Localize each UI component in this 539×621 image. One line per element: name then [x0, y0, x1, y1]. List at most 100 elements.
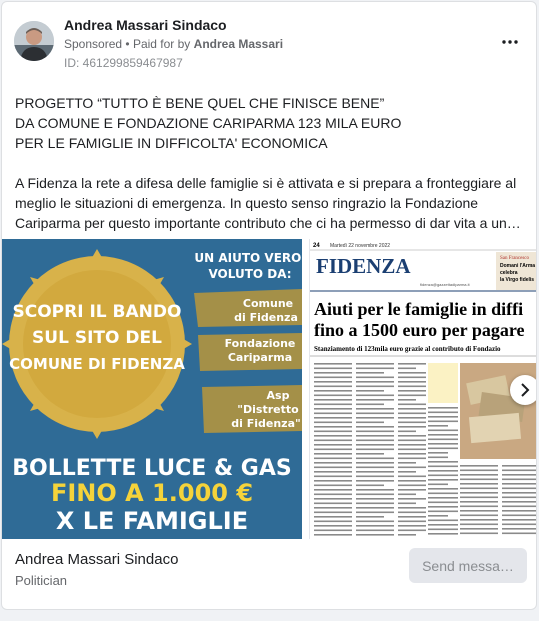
text-line [314, 381, 352, 383]
text-line [314, 372, 352, 374]
text-line [314, 507, 352, 509]
bottom-line-2: FINO A 1.000 € [51, 479, 253, 507]
text-line [398, 448, 426, 451]
text-line [502, 514, 536, 517]
text-line [356, 516, 384, 518]
partner-2-line-1: Fondazione [225, 337, 296, 350]
text-line [428, 506, 458, 508]
text-line [502, 496, 536, 499]
sponsored-line: Sponsored • Paid for by Andrea Massari [64, 37, 283, 51]
text-line [398, 381, 426, 383]
avatar[interactable] [14, 21, 54, 61]
text-line [502, 469, 536, 472]
text-line [460, 492, 498, 494]
text-line [428, 474, 458, 477]
title-line-2: DA COMUNE E FONDAZIONE CARIPARMA 123 MIL… [15, 115, 402, 131]
text-line [398, 457, 426, 460]
text-line [314, 390, 352, 392]
text-line [502, 501, 536, 503]
ad-image-bollette[interactable]: SCOPRI IL BANDO SUL SITO DEL COMUNE DI F… [2, 239, 302, 539]
badge-line-2: SUL SITO DEL [32, 328, 162, 348]
text-line [428, 470, 458, 472]
text-line [398, 471, 416, 473]
text-line [314, 516, 352, 518]
text-line [398, 453, 426, 455]
title-line-1: PROGETTO “TUTTO È BENE QUEL CHE FINISCE … [15, 95, 385, 111]
text-line [356, 363, 394, 365]
text-line [356, 525, 394, 527]
dot-separator: • [125, 37, 133, 51]
text-line [356, 498, 394, 500]
more-options-button[interactable] [498, 30, 522, 54]
partner-1-line-2: di Fidenza [234, 311, 298, 324]
text-line [428, 429, 458, 432]
footer-page-name[interactable]: Andrea Massari Sindaco [15, 551, 178, 568]
text-line [460, 469, 498, 472]
avatar-photo [14, 21, 54, 61]
text-line [502, 483, 536, 485]
text-line [356, 511, 394, 514]
text-line [314, 520, 352, 523]
aiuto-line-2: VOLUTO DA: [208, 267, 291, 281]
text-line [356, 502, 394, 505]
image-carousel[interactable]: SCOPRI IL BANDO SUL SITO DEL COMUNE DI F… [2, 239, 536, 539]
partner-3-line-2: "Distretto [237, 403, 299, 416]
text-line [398, 529, 426, 532]
text-line [314, 408, 352, 410]
text-line [502, 478, 536, 481]
text-line [502, 505, 536, 508]
text-line [356, 426, 394, 428]
text-line [460, 505, 498, 508]
text-line [502, 528, 536, 530]
bottom-line-3: X LE FAMIGLIE [56, 507, 248, 535]
text-line [314, 525, 352, 527]
side-line-4: la Virgo fidelis [500, 277, 534, 283]
partner-2-line-2: Cariparma [228, 351, 292, 364]
headline-line-2: fino a 1500 euro per pagare [314, 320, 525, 340]
text-line [460, 532, 498, 535]
ad-card: Andrea Massari Sindaco Sponsored • Paid … [1, 1, 537, 610]
text-line [428, 528, 458, 531]
text-line [314, 412, 352, 415]
poster-name[interactable]: Andrea Massari Sindaco [64, 17, 227, 33]
text-line [398, 439, 426, 442]
text-line [398, 475, 426, 478]
text-line [356, 484, 384, 487]
post-body: A Fidenza la rete a difesa delle famigli… [15, 175, 521, 231]
text-line [314, 493, 352, 496]
partner-3-line-1: Asp [267, 389, 290, 402]
text-line [428, 465, 458, 468]
text-line [314, 457, 352, 460]
text-line [502, 532, 536, 535]
text-line [314, 534, 352, 536]
text-line [314, 484, 352, 487]
text-line [356, 408, 394, 410]
send-message-button[interactable]: Send messa… [409, 548, 527, 583]
text-line [460, 519, 498, 521]
text-line [314, 426, 352, 428]
newspaper-date: Martedì 22 novembre 2022 [330, 243, 390, 249]
text-line [502, 523, 536, 526]
text-line [428, 443, 458, 445]
carousel-next-button[interactable] [510, 375, 536, 405]
text-line [356, 462, 394, 464]
text-line [314, 498, 352, 500]
text-line [314, 363, 352, 365]
text-line [356, 480, 394, 482]
newspaper-image[interactable]: 24 Martedì 22 novembre 2022 FIDENZA San … [309, 239, 536, 539]
text-line [314, 471, 352, 473]
text-line [398, 390, 426, 392]
text-line [460, 478, 498, 481]
text-line [398, 516, 426, 518]
text-line [502, 465, 536, 467]
text-line [502, 474, 536, 476]
text-line [314, 403, 352, 406]
text-line [314, 421, 352, 424]
text-line [460, 523, 498, 526]
ad-id: ID: 461299859467987 [64, 56, 183, 70]
text-line [314, 417, 352, 419]
text-line [356, 475, 394, 478]
text-line [356, 421, 384, 424]
text-line [428, 479, 458, 481]
text-line [398, 421, 426, 424]
